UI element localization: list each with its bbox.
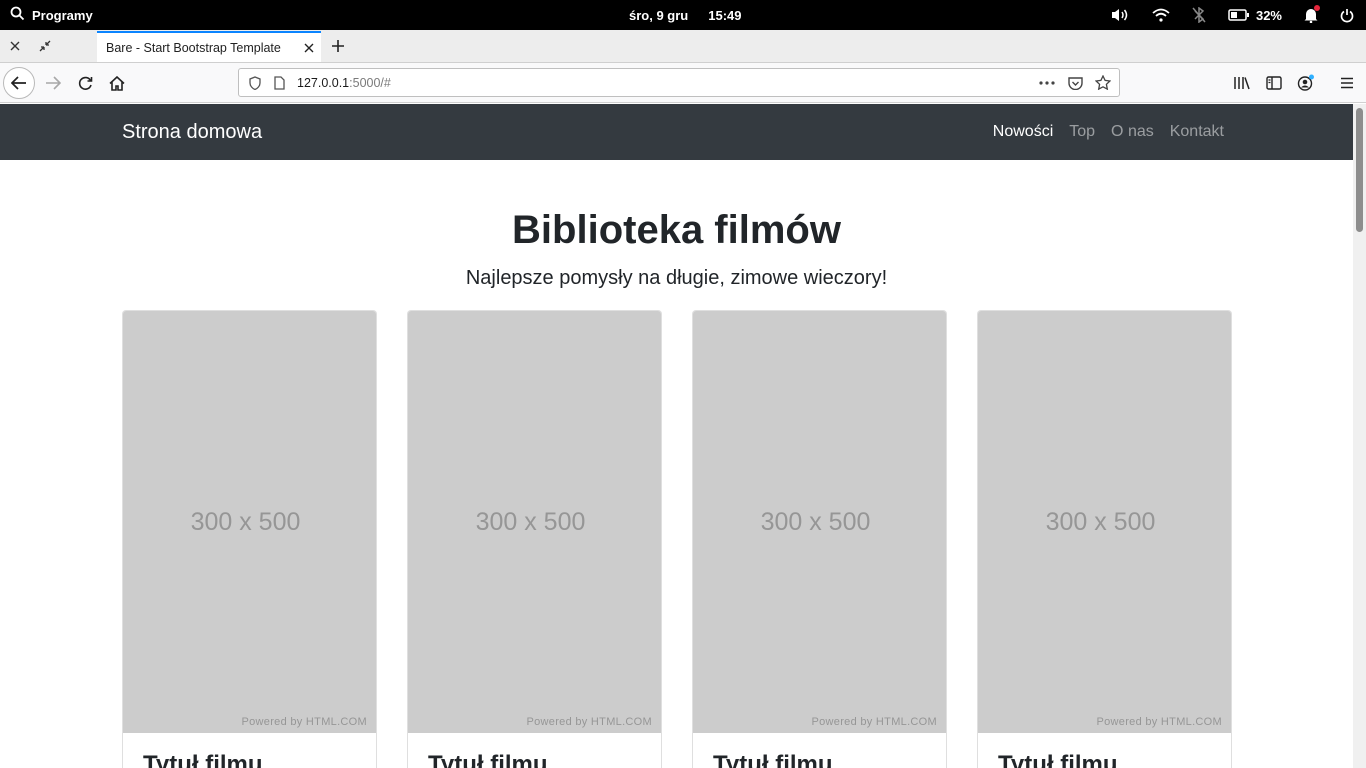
scrollbar-thumb[interactable] [1356,108,1363,232]
poster-placeholder: 300 x 500 Powered by HTML.COM [408,311,661,733]
notification-bell-icon[interactable] [1304,5,1320,23]
poster-placeholder: 300 x 500 Powered by HTML.COM [693,311,946,733]
card-title: Tytuł filmu [143,751,263,768]
search-icon [10,6,25,24]
poster-placeholder: 300 x 500 Powered by HTML.COM [123,311,376,733]
menu-icon[interactable] [1331,67,1363,99]
shield-icon[interactable] [243,75,267,90]
poster-placeholder: 300 x 500 Powered by HTML.COM [978,311,1231,733]
site-brand[interactable]: Strona domowa [122,104,262,160]
page-viewport: Strona domowa Nowości Top O nas Kontakt … [0,104,1353,768]
url-text[interactable]: 127.0.0.1:5000/# [297,76,1033,90]
tab-title: Bare - Start Bootstrap Template [106,40,281,55]
battery-percent: 32% [1255,7,1282,23]
tab-close-icon[interactable] [297,43,321,53]
power-icon[interactable] [1340,8,1354,23]
movie-card[interactable]: 300 x 500 Powered by HTML.COM Tytuł film… [692,310,947,768]
movie-card[interactable]: 300 x 500 Powered by HTML.COM Tytuł film… [407,310,662,768]
page-subtitle: Najlepsze pomysły na długie, zimowe wiec… [465,267,888,289]
movie-card[interactable]: 300 x 500 Powered by HTML.COM Tytuł film… [122,310,377,768]
bluetooth-off-icon[interactable] [1192,7,1206,23]
tab-active[interactable]: Bare - Start Bootstrap Template [97,31,321,62]
star-icon[interactable] [1089,75,1117,90]
url-path: :5000/# [349,75,391,90]
wifi-icon[interactable] [1152,8,1170,22]
back-icon[interactable] [3,67,35,99]
home-icon[interactable] [101,67,133,99]
page-scrollbar[interactable] [1353,104,1366,768]
placeholder-dimensions: 300 x 500 [190,508,301,536]
time-label: 15:49 [708,7,742,23]
placeholder-credit: Powered by HTML.COM [811,716,937,728]
placeholder-credit: Powered by HTML.COM [526,716,652,728]
battery-icon [1228,9,1249,21]
placeholder-dimensions: 300 x 500 [1045,508,1156,536]
battery-indicator[interactable]: 32% [1228,8,1282,23]
placeholder-credit: Powered by HTML.COM [241,716,367,728]
page-title: Biblioteka filmów [512,208,841,252]
browser-toolbar: 127.0.0.1:5000/# [0,63,1366,103]
nav-link-top[interactable]: Top [1069,123,1095,141]
page-icon[interactable] [267,75,291,90]
url-bar[interactable]: 127.0.0.1:5000/# [238,68,1120,97]
reload-icon[interactable] [69,67,101,99]
nav-link-nowosci[interactable]: Nowości [993,123,1053,141]
site-navbar: Strona domowa Nowości Top O nas Kontakt [0,104,1353,160]
launcher-label: Programy [32,7,93,23]
placeholder-dimensions: 300 x 500 [475,508,586,536]
placeholder-credit: Powered by HTML.COM [1096,716,1222,728]
movie-card[interactable]: 300 x 500 Powered by HTML.COM Tytuł film… [977,310,1232,768]
close-icon[interactable] [1,30,29,62]
clock[interactable]: śro, 9 gru 15:49 [629,0,742,30]
library-icon[interactable] [1226,67,1258,99]
card-title: Tytuł filmu [998,751,1118,768]
card-title: Tytuł filmu [713,751,833,768]
date-label: śro, 9 gru [629,7,689,23]
forward-icon[interactable] [37,67,69,99]
nav-link-kontakt[interactable]: Kontakt [1170,123,1224,141]
url-host: 127.0.0.1 [297,75,350,90]
placeholder-dimensions: 300 x 500 [760,508,871,536]
sidebar-icon[interactable] [1258,67,1290,99]
os-top-bar: Programy śro, 9 gru 15:49 32% [0,0,1366,30]
restore-icon[interactable] [31,30,59,62]
volume-icon[interactable] [1110,7,1130,23]
pocket-icon[interactable] [1061,76,1089,90]
app-launcher[interactable]: Programy [10,0,93,30]
card-title: Tytuł filmu [428,751,548,768]
account-icon[interactable] [1290,67,1322,99]
new-tab-icon[interactable] [325,30,351,62]
more-icon[interactable] [1033,80,1061,85]
nav-link-o-nas[interactable]: O nas [1111,123,1154,141]
tab-strip: Bare - Start Bootstrap Template [0,30,1366,63]
